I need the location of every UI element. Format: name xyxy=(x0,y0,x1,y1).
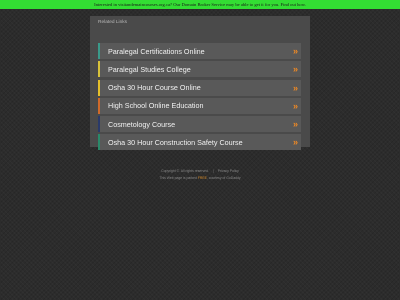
link-color-strip xyxy=(98,43,100,59)
related-link-paralegal-certifications[interactable]: Paralegal Certifications Online » xyxy=(98,43,301,59)
courtesy-text: , courtesy of GoDaddy xyxy=(206,176,241,180)
related-links-list: Paralegal Certifications Online » Parale… xyxy=(98,43,301,153)
link-label: Cosmetology Course xyxy=(108,119,176,129)
copyright-text: Copyright ©. All rights reserved. xyxy=(161,169,209,173)
link-color-strip xyxy=(98,97,100,114)
panel-title: Related Links xyxy=(98,20,128,25)
related-link-osha-construction-safety[interactable]: Osha 30 Hour Construction Safety Course … xyxy=(98,134,301,151)
free-parking-link[interactable]: FREE xyxy=(198,176,207,180)
link-color-strip xyxy=(98,116,100,133)
related-link-osha-30-hour[interactable]: Osha 30 Hour Course Online » xyxy=(98,79,301,96)
privacy-policy-link[interactable]: Privacy Policy xyxy=(218,169,239,173)
footer-legal: Copyright ©. All rights reserved. | Privac… xyxy=(161,169,239,173)
link-label: Paralegal Certifications Online xyxy=(108,46,205,56)
link-color-strip xyxy=(98,79,100,96)
link-label: High School Online Education xyxy=(108,101,204,111)
double-chevron-right-icon: » xyxy=(292,137,298,148)
link-label: Paralegal Studies College xyxy=(108,64,191,74)
related-links-panel: Related Links Paralegal Certifications O… xyxy=(90,16,310,151)
related-link-paralegal-studies[interactable]: Paralegal Studies College » xyxy=(98,61,301,78)
footer-credit: This Web page is parked FREE, courtesy o… xyxy=(0,176,400,180)
domain-broker-link[interactable]: Interested in visitandemaincourses.org.c… xyxy=(94,2,306,7)
related-link-cosmetology[interactable]: Cosmetology Course » xyxy=(98,116,301,133)
link-label: Osha 30 Hour Construction Safety Course xyxy=(108,137,243,147)
double-chevron-right-icon: » xyxy=(292,100,298,111)
double-chevron-right-icon: » xyxy=(292,119,298,130)
link-label: Osha 30 Hour Course Online xyxy=(108,83,201,93)
double-chevron-right-icon: » xyxy=(292,82,298,93)
related-link-high-school-online[interactable]: High School Online Education » xyxy=(98,97,301,114)
double-chevron-right-icon: » xyxy=(292,46,298,56)
domain-broker-banner[interactable]: Interested in visitandemaincourses.org.c… xyxy=(0,0,400,9)
parked-text: This Web page is parked xyxy=(159,176,197,180)
link-color-strip xyxy=(98,134,100,151)
double-chevron-right-icon: » xyxy=(292,64,298,75)
link-color-strip xyxy=(98,61,100,78)
